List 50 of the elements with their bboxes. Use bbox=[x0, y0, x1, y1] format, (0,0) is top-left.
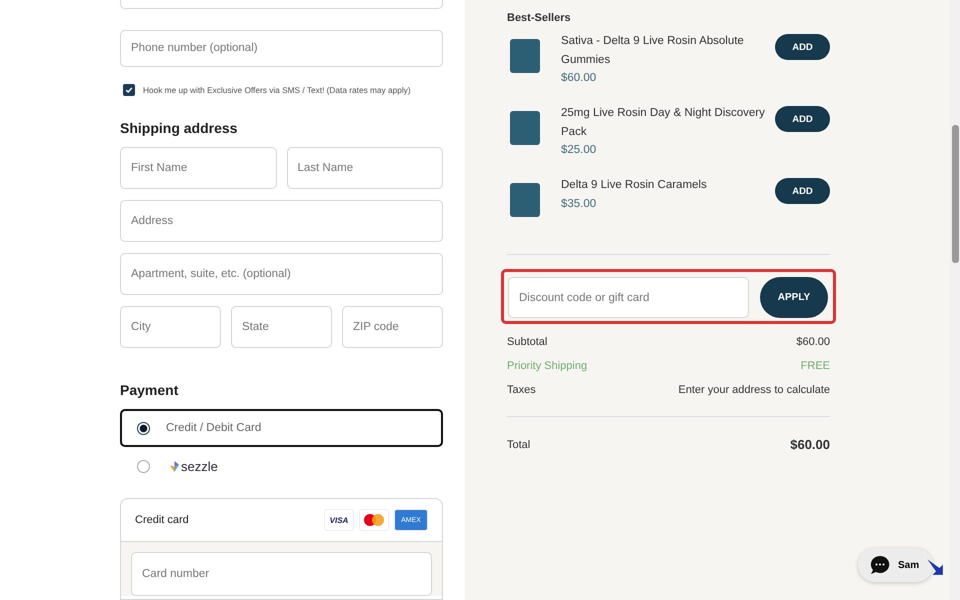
panel-title: Credit card bbox=[135, 514, 189, 526]
radio-button[interactable] bbox=[137, 422, 150, 434]
product-price: $35.00 bbox=[561, 196, 598, 212]
product-price: $60.00 bbox=[561, 71, 598, 86]
product-name: 25mg Live Rosin Day & Night Discovery Pack bbox=[561, 106, 766, 140]
phone-field[interactable]: Phone number (optional) bbox=[120, 30, 443, 67]
payment-label: Credit / Debit Card bbox=[166, 422, 262, 434]
checkmark-icon bbox=[125, 86, 133, 94]
summary-value: $60.00 bbox=[796, 336, 830, 348]
section-title: Payment bbox=[120, 382, 180, 398]
product-name: Sativa - Delta 9 Live Rosin Absolute Gummies bbox=[561, 34, 745, 68]
section-title: Shipping address bbox=[120, 120, 238, 136]
payment-option[interactable]: Credit / Debit Card bbox=[120, 408, 443, 448]
input-field[interactable]: State bbox=[231, 306, 332, 348]
summary-label: Taxes bbox=[507, 384, 536, 396]
add-button[interactable]: ADD bbox=[775, 106, 830, 132]
input-field[interactable]: City bbox=[120, 306, 221, 348]
checkbox-label: Hook me up with Exclusive Offers via SMS / Text! (Data rates may apply) bbox=[143, 84, 411, 95]
input-field[interactable]: Address bbox=[120, 200, 443, 242]
add-button[interactable]: ADD bbox=[775, 34, 830, 60]
product-image bbox=[510, 111, 540, 145]
payment-label: sezzle bbox=[181, 459, 218, 474]
summary-label: Subtotal bbox=[507, 336, 548, 348]
radio-button[interactable] bbox=[137, 460, 150, 474]
input-field[interactable]: Apartment, suite, etc. (optional) bbox=[120, 252, 443, 295]
section-title: Best-Sellers bbox=[507, 12, 572, 24]
product-name: Delta 9 Live Rosin Caramels bbox=[561, 178, 708, 193]
sezzle-logo-icon bbox=[170, 461, 179, 472]
payment-option[interactable]: sezzle bbox=[120, 447, 443, 486]
scrollbar[interactable] bbox=[950, 0, 960, 600]
input-field[interactable]: ZIP code bbox=[342, 306, 443, 348]
chat-button[interactable]: Sam bbox=[858, 548, 934, 582]
product-image bbox=[510, 183, 540, 217]
input-field[interactable]: Last Name bbox=[286, 146, 443, 189]
total-label: Total bbox=[507, 438, 530, 450]
checkbox[interactable] bbox=[123, 84, 135, 96]
chat-bubble-icon bbox=[870, 555, 890, 575]
product-price: $25.00 bbox=[561, 143, 598, 158]
card-number-field[interactable]: Card number bbox=[131, 552, 432, 596]
mastercard-icon bbox=[359, 509, 389, 532]
apply-button[interactable]: APPLY bbox=[760, 277, 828, 318]
product-image bbox=[510, 39, 540, 73]
input-field[interactable]: First Name bbox=[120, 146, 276, 189]
add-button[interactable]: ADD bbox=[775, 178, 830, 204]
visa-logo: VISA bbox=[324, 509, 354, 532]
summary-value: FREE bbox=[800, 360, 830, 372]
summary-value: Enter your address to calculate bbox=[678, 384, 830, 396]
summary-label: Priority Shipping bbox=[507, 360, 588, 372]
total-value: $60.00 bbox=[790, 437, 830, 452]
discount-field[interactable]: Discount code or gift card bbox=[508, 277, 749, 318]
